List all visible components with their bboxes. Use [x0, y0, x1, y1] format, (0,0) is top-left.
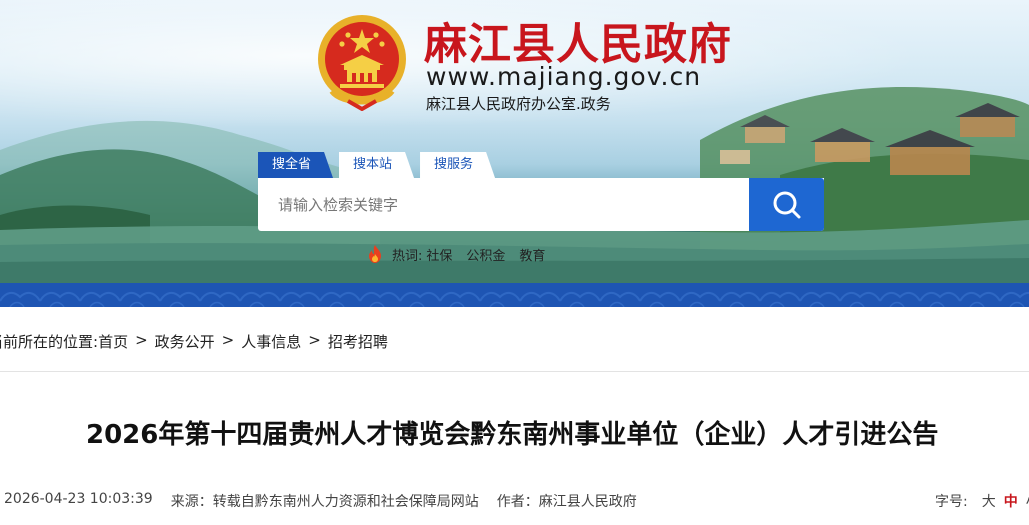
search-scope-tabs: 搜全省 搜本站 搜服务 [258, 152, 501, 178]
font-size-switcher: 字号: 大 中 小 [935, 491, 1029, 511]
hotword-link[interactable]: 教育 [519, 245, 545, 264]
article-source: 来源：转载自黔东南州人力资源和社会保障局网站 [170, 494, 479, 510]
article-author: 作者：麻江县人民政府 [496, 494, 637, 510]
article-meta: 2026-04-23 10:03:39 来源：转载自黔东南州人力资源和社会保障局… [4, 491, 655, 511]
article-title: 2026年第十四届贵州人才博览会黔东南州事业单位（企业）人才引进公告 [86, 420, 939, 450]
hotwords-label: 热词: [392, 248, 423, 264]
breadcrumb-separator: > [221, 331, 235, 349]
hotword-link[interactable]: 社保 [426, 245, 452, 264]
divider [0, 371, 1029, 372]
header-banner: 麻江县人民政府 www.majiang.gov.cn 麻江县人民政府办公室.政务… [0, 0, 1029, 283]
tab-search-service[interactable]: 搜服务 [420, 152, 496, 178]
font-size-medium[interactable]: 中 [1004, 491, 1018, 511]
breadcrumb-recruitment[interactable]: 招考招聘 [328, 331, 388, 352]
cloud-pattern [0, 283, 1029, 307]
national-emblem-icon [318, 15, 406, 111]
font-size-label: 字号: [935, 494, 968, 510]
decorative-band [0, 283, 1029, 307]
breadcrumb-gov-affairs[interactable]: 政务公开 [155, 331, 215, 352]
breadcrumb-separator: > [308, 331, 321, 349]
breadcrumb-separator: > [135, 331, 148, 349]
site-url: www.majiang.gov.cn [426, 62, 702, 91]
site-subtitle: 麻江县人民政府办公室.政务 [426, 95, 611, 113]
search-icon [773, 191, 801, 219]
breadcrumb-prefix: 当前所在的位置: [0, 333, 99, 351]
hotwords-bar: 热词: 社保 公积金 教育 [366, 243, 559, 265]
breadcrumb-personnel[interactable]: 人事信息 [241, 331, 301, 352]
breadcrumb-home[interactable]: 首页 [98, 331, 128, 352]
hotword-link[interactable]: 公积金 [466, 245, 505, 264]
breadcrumb: 当前所在的位置: 首页 > 政务公开 > 人事信息 > 招考招聘 [0, 331, 388, 352]
tab-search-province[interactable]: 搜全省 [258, 152, 334, 178]
publish-datetime: 2026-04-23 10:03:39 [4, 491, 153, 507]
search-box [258, 178, 824, 231]
font-size-large[interactable]: 大 [982, 491, 996, 511]
search-input[interactable] [258, 178, 748, 231]
tab-search-site[interactable]: 搜本站 [339, 152, 415, 178]
search-button[interactable] [749, 178, 824, 231]
fire-icon [369, 245, 381, 263]
